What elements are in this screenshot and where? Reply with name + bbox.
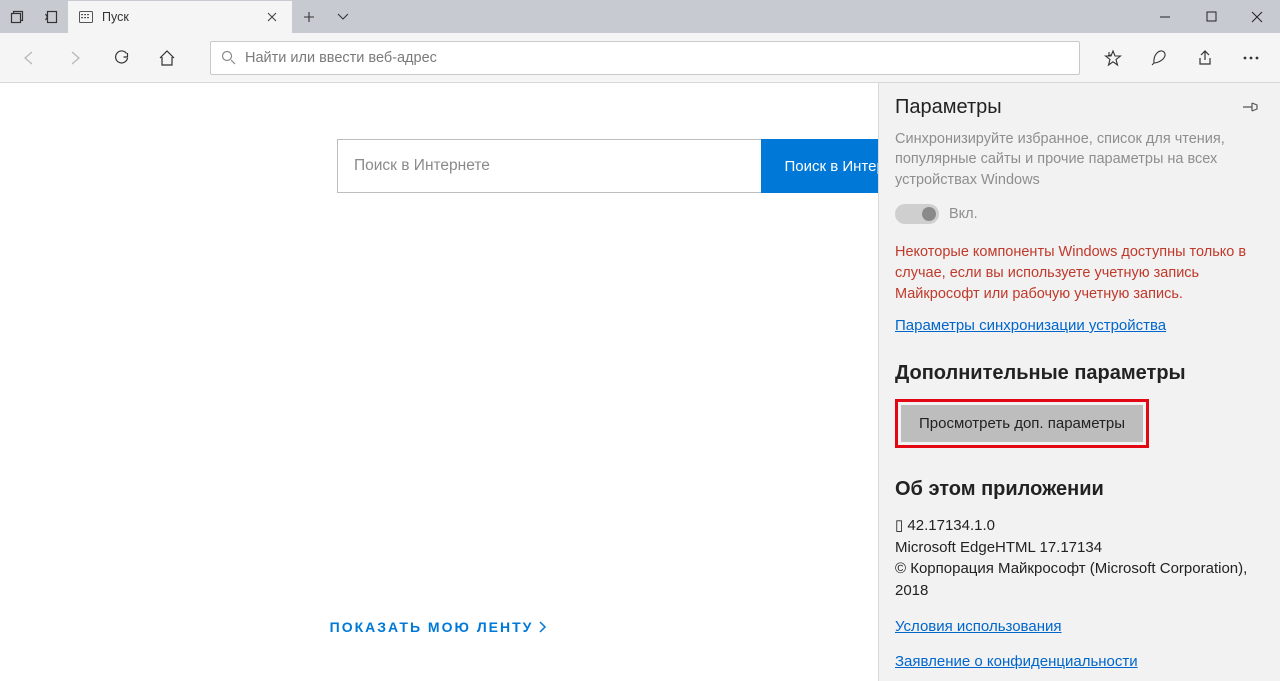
favorites-button[interactable] <box>1090 33 1136 83</box>
about-version: ▯ 42.17134.1.0 <box>895 515 1264 537</box>
privacy-link[interactable]: Заявление о конфиденциальности <box>895 653 1138 670</box>
titlebar-left-group <box>0 0 68 33</box>
new-tab-button[interactable] <box>292 0 326 33</box>
set-aside-tabs-button[interactable] <box>34 0 68 33</box>
browser-tab[interactable]: Пуск <box>68 0 292 33</box>
refresh-button[interactable] <box>98 33 144 83</box>
home-button[interactable] <box>144 33 190 83</box>
sync-toggle-row: Вкл. <box>895 204 1264 224</box>
advanced-settings-heading: Дополнительные параметры <box>895 362 1264 385</box>
sync-toggle[interactable] <box>895 204 939 224</box>
settings-header: Параметры <box>895 83 1264 131</box>
back-button[interactable] <box>6 33 52 83</box>
settings-flyout: Параметры Синхронизируйте избранное, спи… <box>878 83 1280 681</box>
tab-title: Пуск <box>102 10 252 24</box>
settings-menu-button[interactable] <box>1228 33 1274 83</box>
share-button[interactable] <box>1182 33 1228 83</box>
advanced-button-highlight: Просмотреть доп. параметры <box>895 399 1149 448</box>
pin-flyout-button[interactable] <box>1236 93 1264 121</box>
browser-toolbar <box>0 33 1280 83</box>
notes-button[interactable] <box>1136 33 1182 83</box>
tab-close-button[interactable] <box>260 5 284 29</box>
tab-favicon-icon <box>78 9 94 25</box>
window-close-button[interactable] <box>1234 0 1280 33</box>
show-feed-label: ПОКАЗАТЬ МОЮ ЛЕНТУ <box>330 619 534 635</box>
sync-toggle-label: Вкл. <box>949 206 978 222</box>
address-input[interactable] <box>245 50 1079 66</box>
settings-title: Параметры <box>895 96 1236 119</box>
about-copyright: © Корпорация Майкрософт (Microsoft Corpo… <box>895 558 1264 602</box>
about-block: ▯ 42.17134.1.0 Microsoft EdgeHTML 17.171… <box>895 515 1264 602</box>
search-icon <box>211 50 245 65</box>
address-bar[interactable] <box>210 41 1080 75</box>
titlebar-drag-area <box>360 0 1142 33</box>
device-sync-settings-link[interactable]: Параметры синхронизации устройства <box>895 317 1166 334</box>
window-minimize-button[interactable] <box>1142 0 1188 33</box>
terms-link[interactable]: Условия использования <box>895 618 1062 635</box>
view-advanced-settings-button[interactable]: Просмотреть доп. параметры <box>901 405 1143 442</box>
tabs-overview-button[interactable] <box>0 0 34 33</box>
window-maximize-button[interactable] <box>1188 0 1234 33</box>
start-search-box: Поиск в Интернете <box>337 139 940 193</box>
window-titlebar: Пуск <box>0 0 1280 33</box>
about-heading: Об этом приложении <box>895 478 1264 501</box>
sync-description: Синхронизируйте избранное, список для чт… <box>895 129 1264 190</box>
show-feed-link[interactable]: ПОКАЗАТЬ МОЮ ЛЕНТУ <box>0 619 877 635</box>
forward-button[interactable] <box>52 33 98 83</box>
new-tab-dropdown-button[interactable] <box>326 0 360 33</box>
chevron-right-icon <box>539 621 547 633</box>
content-area: Поиск в Интернете ПОКАЗАТЬ МОЮ ЛЕНТУ Пар… <box>0 83 1280 681</box>
about-engine: Microsoft EdgeHTML 17.17134 <box>895 537 1264 559</box>
web-search-input[interactable] <box>337 139 761 193</box>
sync-warning: Некоторые компоненты Windows доступны то… <box>895 242 1264 305</box>
